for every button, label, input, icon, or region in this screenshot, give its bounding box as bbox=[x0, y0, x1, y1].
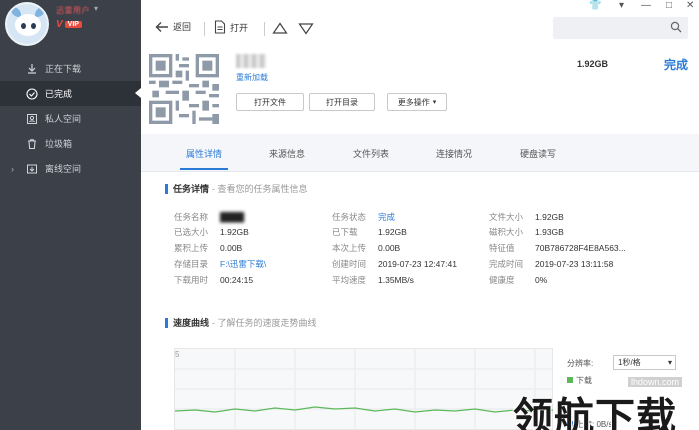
watermark-logo: 领航下载 bbox=[513, 395, 677, 430]
field-task-status: 任务状态 完成 bbox=[332, 212, 396, 222]
sidebar-item-downloading[interactable]: 正在下载 bbox=[0, 56, 141, 81]
back-label: 返回 bbox=[173, 22, 192, 32]
file-name-redacted bbox=[236, 54, 266, 68]
sidebar-item-private[interactable]: 私人空间 bbox=[0, 106, 141, 131]
toolbar: 👕 ▾ — □ ✕ 返回 打开 bbox=[141, 0, 699, 44]
tab-disk-io[interactable]: 硬盘读写 bbox=[520, 147, 556, 160]
field-avg-speed: 平均速度 1.35MB/s bbox=[332, 275, 414, 285]
chevron-down-icon: ▾ bbox=[432, 99, 437, 106]
open-button[interactable]: 打开 bbox=[214, 20, 248, 34]
sidebar-item-label: 已完成 bbox=[45, 89, 73, 99]
reload-link[interactable]: 重新加载 bbox=[236, 72, 268, 83]
trash-icon bbox=[25, 137, 39, 151]
field-selected-size: 已选大小 1.92GB bbox=[174, 227, 249, 237]
sidebar-item-label: 私人空间 bbox=[45, 114, 82, 124]
task-details-heading: 任务详情 - 查看您的任务属性信息 bbox=[165, 182, 308, 195]
task-size: 1.92GB bbox=[577, 59, 609, 69]
sidebar-item-label: 垃圾箱 bbox=[45, 139, 73, 149]
file-icon bbox=[214, 20, 226, 34]
more-actions-label: 更多操作 bbox=[397, 97, 430, 107]
task-header: 重新加载 打开文件 打开目录 更多操作 ▾ 1.92GB 完成 bbox=[141, 44, 699, 134]
avatar[interactable] bbox=[5, 2, 49, 46]
check-circle-icon bbox=[25, 87, 39, 101]
qr-code-icon bbox=[149, 54, 219, 124]
field-session-upload: 本次上传 0.00B bbox=[332, 243, 401, 253]
sidebar-item-completed[interactable]: 已完成 bbox=[0, 81, 141, 106]
field-hash: 特征值 70B786728F4E8A563... bbox=[489, 243, 626, 253]
field-created-time: 创建时间 2019-07-23 12:47:41 bbox=[332, 259, 457, 269]
sidebar-item-trash[interactable]: 垃圾箱 bbox=[0, 131, 141, 156]
tab-file-list[interactable]: 文件列表 bbox=[353, 147, 389, 160]
maximize-icon[interactable]: □ bbox=[666, 0, 672, 11]
triangle-down-icon[interactable] bbox=[298, 23, 314, 35]
tab-properties[interactable]: 属性详情 bbox=[179, 147, 229, 170]
menu-icon[interactable]: ▾ bbox=[619, 0, 624, 11]
username[interactable]: 迅雷用户 bbox=[56, 5, 90, 16]
field-health: 健康度 0% bbox=[489, 275, 548, 285]
divider bbox=[204, 22, 205, 36]
field-disk-size: 磁积大小 1.93GB bbox=[489, 227, 564, 237]
back-arrow-icon bbox=[155, 21, 168, 32]
task-status: 完成 bbox=[664, 58, 689, 72]
skin-icon[interactable]: 👕 bbox=[589, 0, 601, 11]
divider bbox=[264, 22, 265, 36]
interval-select[interactable]: 1秒/格 ▾ bbox=[613, 355, 676, 370]
more-actions-button[interactable]: 更多操作 ▾ bbox=[387, 93, 447, 111]
open-file-button[interactable]: 打开文件 bbox=[236, 93, 304, 111]
close-icon[interactable]: ✕ bbox=[686, 0, 694, 11]
search-input[interactable] bbox=[553, 17, 688, 39]
field-file-size: 文件大小 1.92GB bbox=[489, 212, 564, 222]
search-icon[interactable] bbox=[670, 21, 682, 33]
cloud-icon bbox=[25, 162, 39, 176]
field-download-time: 下载用时 00:24:15 bbox=[174, 275, 254, 285]
sidebar-item-label: 正在下载 bbox=[45, 64, 82, 74]
vip-badge[interactable]: V VIP bbox=[56, 19, 82, 30]
interval-label: 分辨率: bbox=[567, 359, 594, 368]
sidebar-item-offline[interactable]: › 离线空间 bbox=[0, 156, 141, 181]
open-folder-button[interactable]: 打开目录 bbox=[309, 93, 375, 111]
minimize-icon[interactable]: — bbox=[641, 0, 651, 11]
person-icon bbox=[25, 112, 39, 126]
field-total-upload: 累积上传 0.00B bbox=[174, 243, 243, 253]
back-button[interactable]: 返回 bbox=[155, 20, 191, 33]
chevron-down-icon[interactable]: ▾ bbox=[94, 4, 98, 13]
triangle-up-icon[interactable] bbox=[272, 22, 288, 34]
tab-source[interactable]: 来源信息 bbox=[269, 147, 305, 160]
sidebar-item-label: 离线空间 bbox=[45, 164, 82, 174]
speed-chart-plot bbox=[174, 349, 555, 430]
chevron-down-icon: ▾ bbox=[667, 358, 672, 367]
save-dir-link[interactable]: F:\迅雷下载\ bbox=[220, 259, 266, 269]
field-completed-time: 完成时间 2019-07-23 13:11:58 bbox=[489, 259, 614, 269]
chart-y-max-label: 5 bbox=[175, 350, 180, 359]
detail-tabs: 属性详情 来源信息 文件列表 连接情况 硬盘读写 bbox=[141, 134, 699, 172]
sidebar: 迅雷用户 ▾ V VIP 正在下载 已完成 私人空间 垃圾箱 › 离线空间 bbox=[0, 0, 141, 430]
open-label: 打开 bbox=[230, 22, 249, 33]
chevron-right-icon[interactable]: › bbox=[11, 164, 14, 174]
speed-curve-heading: 速度曲线 - 了解任务的速度走势曲线 bbox=[165, 316, 317, 329]
field-downloaded: 已下载 1.92GB bbox=[332, 227, 407, 237]
field-task-name: 任务名称 ████ bbox=[174, 212, 245, 222]
speed-chart bbox=[174, 348, 555, 430]
download-icon bbox=[25, 62, 39, 76]
field-save-dir: 存储目录 F:\迅雷下载\ bbox=[174, 259, 267, 269]
tab-connections[interactable]: 连接情况 bbox=[436, 147, 472, 160]
